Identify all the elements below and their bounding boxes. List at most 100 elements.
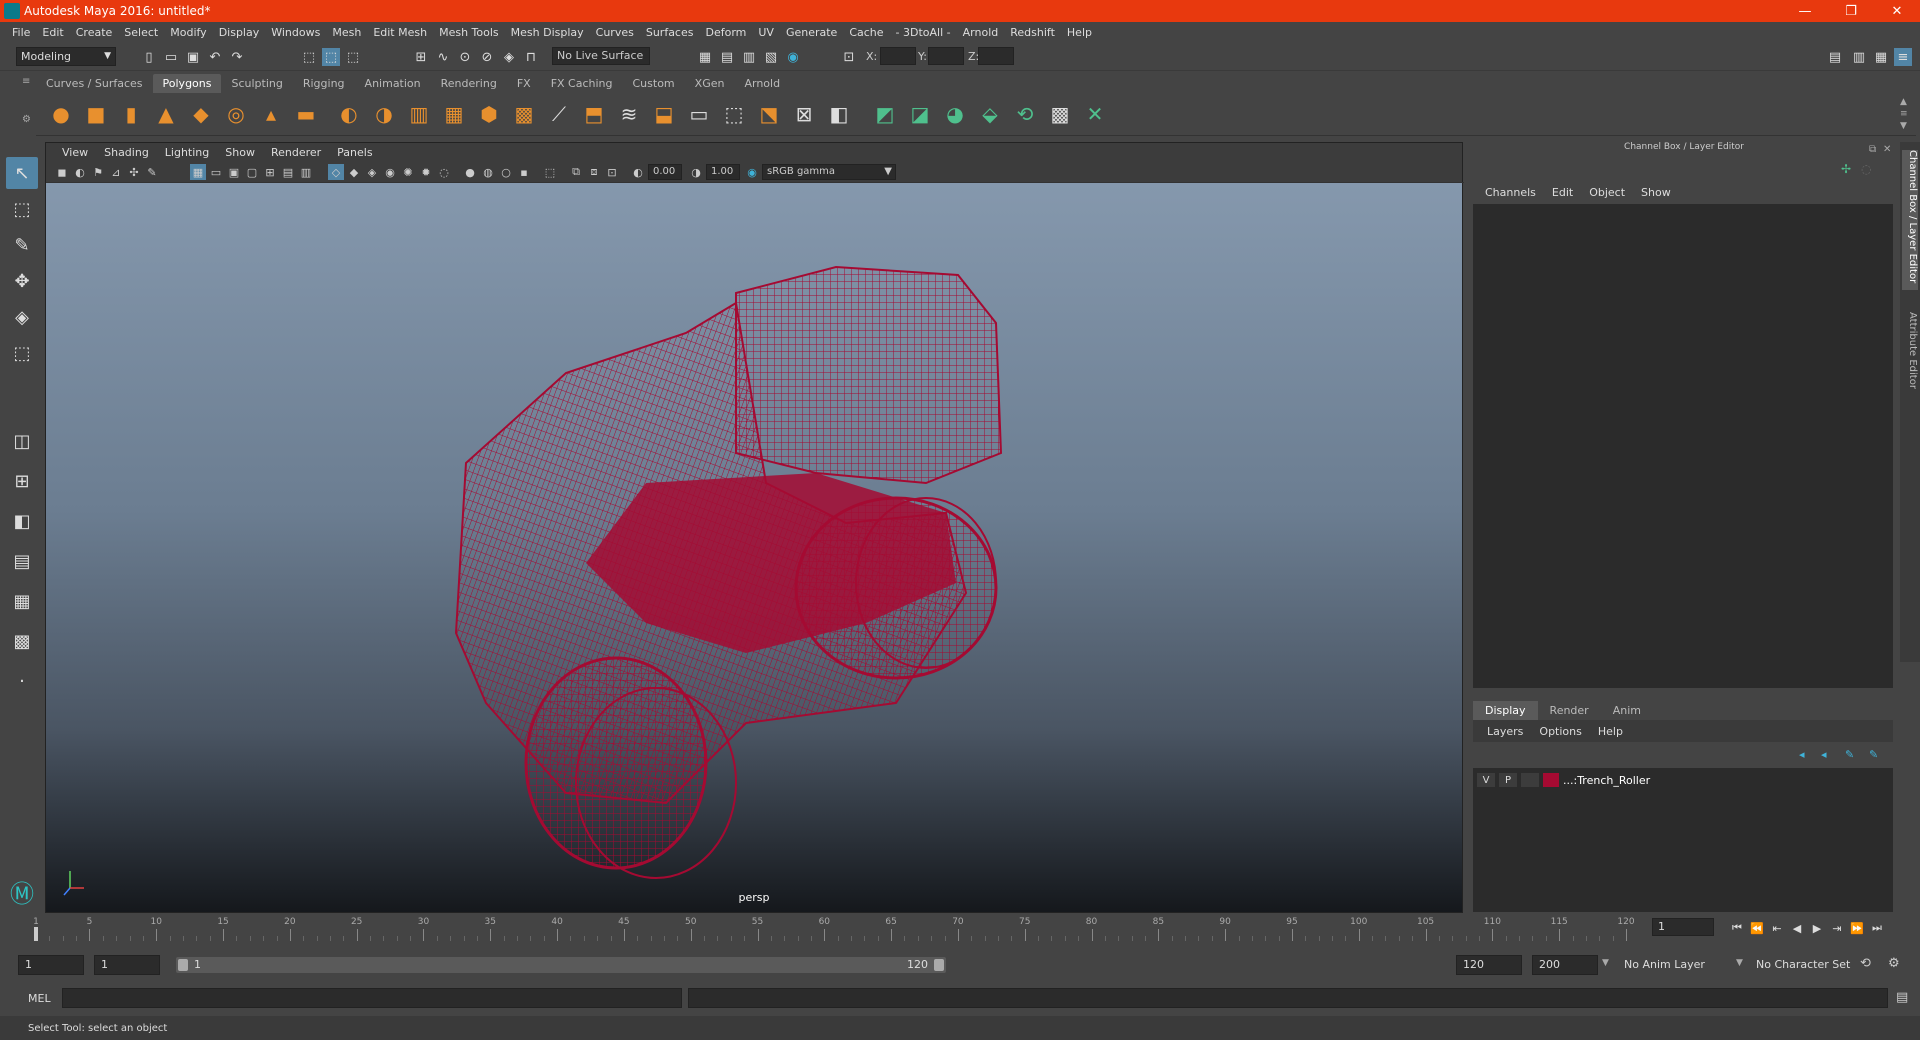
tab-sculpting[interactable]: Sculpting: [221, 74, 292, 93]
menu-mesh[interactable]: Mesh: [326, 26, 367, 39]
close-panel-icon[interactable]: ✕: [1883, 144, 1891, 155]
menu-surfaces[interactable]: Surfaces: [640, 26, 700, 39]
shadows-icon[interactable]: ✹: [418, 164, 434, 180]
xray-joints-icon[interactable]: ⧈: [586, 164, 602, 180]
wireframe-on-shaded-icon[interactable]: ◈: [364, 164, 380, 180]
combine-icon[interactable]: ◐: [336, 101, 362, 127]
command-input[interactable]: [62, 988, 682, 1008]
menu-windows[interactable]: Windows: [265, 26, 326, 39]
separate-icon[interactable]: ◑: [371, 101, 397, 127]
panel-menu-show[interactable]: Show: [217, 146, 263, 159]
open-scene-icon[interactable]: ▭: [162, 48, 180, 66]
shelf-settings-icon[interactable]: ⚙: [22, 114, 34, 126]
chevron-down-icon[interactable]: ▼: [1602, 958, 1609, 968]
safe-title-icon[interactable]: ▥: [298, 164, 314, 180]
new-layer-icon[interactable]: ✎: [1845, 748, 1854, 761]
step-back-frame-icon[interactable]: ⇤: [1768, 921, 1786, 935]
smooth-icon[interactable]: ▦: [441, 101, 467, 127]
uv-automatic-icon[interactable]: ⬙: [977, 101, 1003, 127]
xray-icon[interactable]: ▪: [516, 164, 532, 180]
hypershade-icon[interactable]: ▧: [762, 48, 780, 66]
menu-display[interactable]: Display: [213, 26, 266, 39]
bevel-icon[interactable]: ⬓: [651, 101, 677, 127]
side-tab-channel-box[interactable]: Channel Box / Layer Editor: [1902, 150, 1918, 290]
menu-curves[interactable]: Curves: [590, 26, 640, 39]
snap-curve-icon[interactable]: ∿: [434, 48, 452, 66]
chevron-down-icon[interactable]: ▼: [1736, 958, 1743, 968]
single-perspective-layout-icon[interactable]: ◫: [6, 425, 38, 457]
film-gate-icon[interactable]: ▭: [208, 164, 224, 180]
collapse-icon[interactable]: ◧: [826, 101, 852, 127]
go-to-end-icon[interactable]: ⏭: [1868, 921, 1886, 935]
menu-mesh-tools[interactable]: Mesh Tools: [433, 26, 505, 39]
modeling-toolkit-icon[interactable]: ▥: [1850, 48, 1868, 66]
menu-uv[interactable]: UV: [752, 26, 780, 39]
current-frame-field[interactable]: 1: [1652, 918, 1714, 936]
tab-rigging[interactable]: Rigging: [293, 74, 355, 93]
tab-display[interactable]: Display: [1473, 701, 1538, 720]
select-component-icon[interactable]: ⬚: [344, 48, 362, 66]
select-hierarchy-icon[interactable]: ⬚: [300, 48, 318, 66]
new-scene-icon[interactable]: ▯: [140, 48, 158, 66]
move-layer-down-icon[interactable]: ◂: [1821, 748, 1827, 761]
exposure-field[interactable]: 0.00: [648, 164, 682, 180]
poly-cube-icon[interactable]: ■: [83, 101, 109, 127]
extract-icon[interactable]: ▥: [406, 101, 432, 127]
tab-xgen[interactable]: XGen: [685, 74, 735, 93]
channel-menu-show[interactable]: Show: [1633, 186, 1679, 199]
menu-modify[interactable]: Modify: [164, 26, 212, 39]
menu-arnold[interactable]: Arnold: [957, 26, 1005, 39]
layer-menu-layers[interactable]: Layers: [1479, 725, 1531, 738]
auto-key-icon[interactable]: ⟲: [1860, 956, 1871, 971]
step-back-key-icon[interactable]: ⏪: [1748, 921, 1766, 935]
xray-active-icon[interactable]: ⧉: [568, 164, 584, 180]
two-d-pan-icon[interactable]: ✣: [126, 164, 142, 180]
mode-select[interactable]: Modeling ▼: [16, 47, 116, 66]
panel-menu-panels[interactable]: Panels: [329, 146, 380, 159]
script-editor-icon[interactable]: ▤: [1896, 990, 1908, 1005]
uv-planar-icon[interactable]: ◩: [872, 101, 898, 127]
poly-plane-icon[interactable]: ◆: [188, 101, 214, 127]
graph-editor-layout-icon[interactable]: ▤: [6, 545, 38, 577]
bookmarks-icon[interactable]: ⚑: [90, 164, 106, 180]
sign-in-icon[interactable]: ▤: [1826, 48, 1844, 66]
layer-row[interactable]: V P ...:Trench_Roller: [1477, 772, 1887, 788]
bridge-icon[interactable]: ≋: [616, 101, 642, 127]
safe-action-icon[interactable]: ▤: [280, 164, 296, 180]
float-panel-icon[interactable]: ⧉: [1869, 144, 1876, 155]
channel-menu-channels[interactable]: Channels: [1477, 186, 1544, 199]
move-layer-up-icon[interactable]: ◂: [1799, 748, 1805, 761]
select-camera-icon[interactable]: ◼: [54, 164, 70, 180]
channel-menu-edit[interactable]: Edit: [1544, 186, 1581, 199]
multi-cut-icon[interactable]: ⟋: [546, 101, 572, 127]
viewport-canvas[interactable]: persp: [46, 183, 1462, 912]
attribute-editor-toggle-icon[interactable]: ≡: [1894, 48, 1912, 66]
time-slider[interactable]: 1 5 10 15 20 25 30 35 40 45 50 55 60 65 70 75 80 85 90 95 10…: [22, 913, 1642, 943]
time-ruler[interactable]: 1 5 10 15 20 25 30 35 40 45 50 55 60 65 70 75 80 85 90 95 10…: [30, 915, 1640, 941]
ambient-occlusion-icon[interactable]: ◌: [436, 164, 452, 180]
poly-pipe-icon[interactable]: ▬: [293, 101, 319, 127]
ipr-render-icon[interactable]: ▤: [718, 48, 736, 66]
poly-cylinder-icon[interactable]: ▮: [118, 101, 144, 127]
menu-generate[interactable]: Generate: [780, 26, 843, 39]
tab-render[interactable]: Render: [1538, 701, 1601, 720]
merge-icon[interactable]: ⬔: [756, 101, 782, 127]
end-time-field[interactable]: 200: [1532, 955, 1598, 975]
range-start-handle[interactable]: [178, 959, 188, 971]
menu-help[interactable]: Help: [1061, 26, 1098, 39]
shelf-scroll-down-icon[interactable]: ▼: [1900, 121, 1907, 131]
color-management-icon[interactable]: ◉: [744, 164, 760, 180]
image-plane-icon[interactable]: ⊿: [108, 164, 124, 180]
layer-name[interactable]: ...:Trench_Roller: [1563, 774, 1650, 787]
menu-file[interactable]: File: [6, 26, 36, 39]
range-bar[interactable]: 1 120: [176, 957, 946, 973]
paint-select-tool-icon[interactable]: ✎: [6, 229, 38, 261]
uv-layout-icon[interactable]: ✕: [1082, 101, 1108, 127]
panel-menu-lighting[interactable]: Lighting: [157, 146, 217, 159]
use-all-lights-icon[interactable]: ✺: [400, 164, 416, 180]
current-time-marker[interactable]: [34, 927, 38, 941]
menu-deform[interactable]: Deform: [699, 26, 752, 39]
channel-box-toggle-icon[interactable]: ▦: [1872, 48, 1890, 66]
uv-spherical-icon[interactable]: ◕: [942, 101, 968, 127]
uv-editor-icon[interactable]: ▩: [1047, 101, 1073, 127]
